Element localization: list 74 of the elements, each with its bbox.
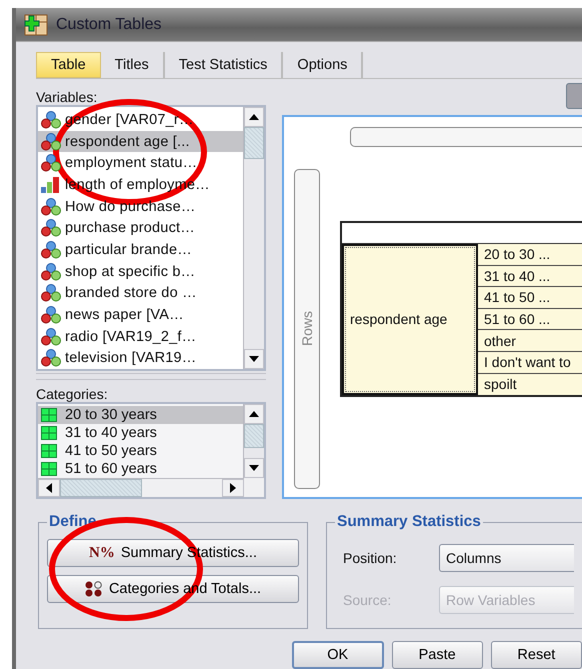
scroll-thumb[interactable] bbox=[60, 479, 142, 497]
group-title: Summary Statistics bbox=[336, 513, 482, 531]
horizontal-scrollbar[interactable] bbox=[38, 478, 244, 497]
category-item[interactable]: 41 to 50 years bbox=[38, 442, 243, 460]
row-variable-cell[interactable]: respondent age bbox=[342, 244, 478, 396]
category-item[interactable]: 51 to 60 years bbox=[38, 460, 243, 478]
tab[interactable]: Options bbox=[283, 52, 364, 78]
variable-item[interactable]: particular brande… bbox=[38, 239, 243, 261]
category-cell: 51 to 60 ... bbox=[478, 308, 582, 330]
window-title: Custom Tables bbox=[56, 16, 162, 34]
category-cell: other bbox=[478, 330, 582, 352]
nominal-variable-icon bbox=[40, 198, 62, 216]
scroll-down-button[interactable] bbox=[244, 349, 264, 369]
dialog-button[interactable]: OK bbox=[292, 641, 384, 669]
scroll-up-button[interactable] bbox=[244, 404, 264, 424]
scroll-thumb[interactable] bbox=[244, 424, 264, 448]
scroll-thumb[interactable] bbox=[244, 127, 264, 159]
grid-icon bbox=[41, 408, 57, 422]
dialog-button[interactable]: Reset bbox=[490, 641, 582, 669]
nominal-variable-icon bbox=[40, 110, 62, 129]
variable-item[interactable]: shop at specific b… bbox=[38, 260, 243, 282]
columns-drop-zone[interactable] bbox=[350, 127, 582, 147]
category-cell: I don't want to bbox=[478, 352, 582, 374]
variable-item[interactable]: How do purchase… bbox=[38, 196, 243, 218]
scrollbar[interactable] bbox=[243, 404, 264, 478]
down-triangle-icon bbox=[249, 465, 259, 471]
variable-item[interactable]: purchase product… bbox=[38, 217, 243, 240]
variable-item[interactable]: respondent age [... bbox=[38, 130, 243, 152]
category-cell: 20 to 30 ... bbox=[478, 244, 582, 266]
down-triangle-icon bbox=[249, 356, 259, 362]
up-triangle-icon bbox=[249, 114, 259, 120]
category-cell: 31 to 40 ... bbox=[478, 266, 582, 288]
scroll-right-button[interactable] bbox=[222, 479, 244, 497]
scroll-up-button[interactable] bbox=[244, 107, 264, 127]
category-item[interactable]: 20 to 30 years bbox=[38, 406, 243, 424]
nominal-variable-icon bbox=[40, 154, 62, 172]
grid-icon bbox=[41, 462, 57, 476]
dropdown[interactable]: Columns bbox=[439, 544, 574, 572]
variable-item[interactable]: news paper [VA… bbox=[38, 304, 243, 326]
field-label: Source: bbox=[342, 592, 392, 608]
nominal-variable-icon bbox=[40, 240, 62, 259]
category-item[interactable]: 31 to 40 years bbox=[38, 424, 243, 442]
dialog-button[interactable]: Paste bbox=[392, 641, 483, 669]
nominal-variable-icon bbox=[40, 306, 62, 324]
variable-item[interactable]: branded store do … bbox=[38, 282, 243, 304]
nominal-variable-icon bbox=[40, 284, 62, 302]
up-triangle-icon bbox=[249, 411, 259, 417]
tab[interactable]: Table bbox=[36, 52, 101, 78]
table-plus-icon bbox=[24, 14, 48, 36]
grid-icon bbox=[41, 426, 57, 440]
scroll-down-button[interactable] bbox=[244, 458, 264, 478]
variables-label: Variables: bbox=[36, 89, 98, 105]
categories-label: Categories: bbox=[36, 386, 109, 402]
nominal-variable-icon bbox=[40, 132, 62, 151]
n-percent-icon: N% bbox=[88, 544, 115, 562]
bar-chart-icon bbox=[40, 176, 62, 194]
variable-item[interactable]: employment statu… bbox=[38, 152, 243, 174]
tab[interactable]: Test Statistics bbox=[164, 52, 284, 78]
variable-item[interactable]: radio [VAR19_2_f… bbox=[38, 326, 243, 348]
nominal-variable-icon bbox=[40, 262, 62, 281]
category-cell: spoilt bbox=[478, 374, 582, 396]
grid-icon bbox=[41, 444, 57, 458]
left-triangle-icon bbox=[46, 483, 52, 493]
category-cell: 41 to 50 ... bbox=[478, 287, 582, 309]
nominal-variable-icon bbox=[40, 328, 62, 346]
variable-item[interactable]: television [VAR19… bbox=[38, 348, 243, 369]
tab[interactable]: Titles bbox=[100, 52, 165, 78]
scrollbar[interactable] bbox=[243, 107, 264, 369]
nominal-variable-icon bbox=[40, 219, 62, 238]
nominal-variable-icon bbox=[40, 349, 62, 368]
right-triangle-icon bbox=[230, 483, 236, 493]
field-label: Position: bbox=[342, 550, 398, 566]
dots-icon bbox=[84, 581, 103, 597]
scroll-left-button[interactable] bbox=[38, 479, 60, 497]
